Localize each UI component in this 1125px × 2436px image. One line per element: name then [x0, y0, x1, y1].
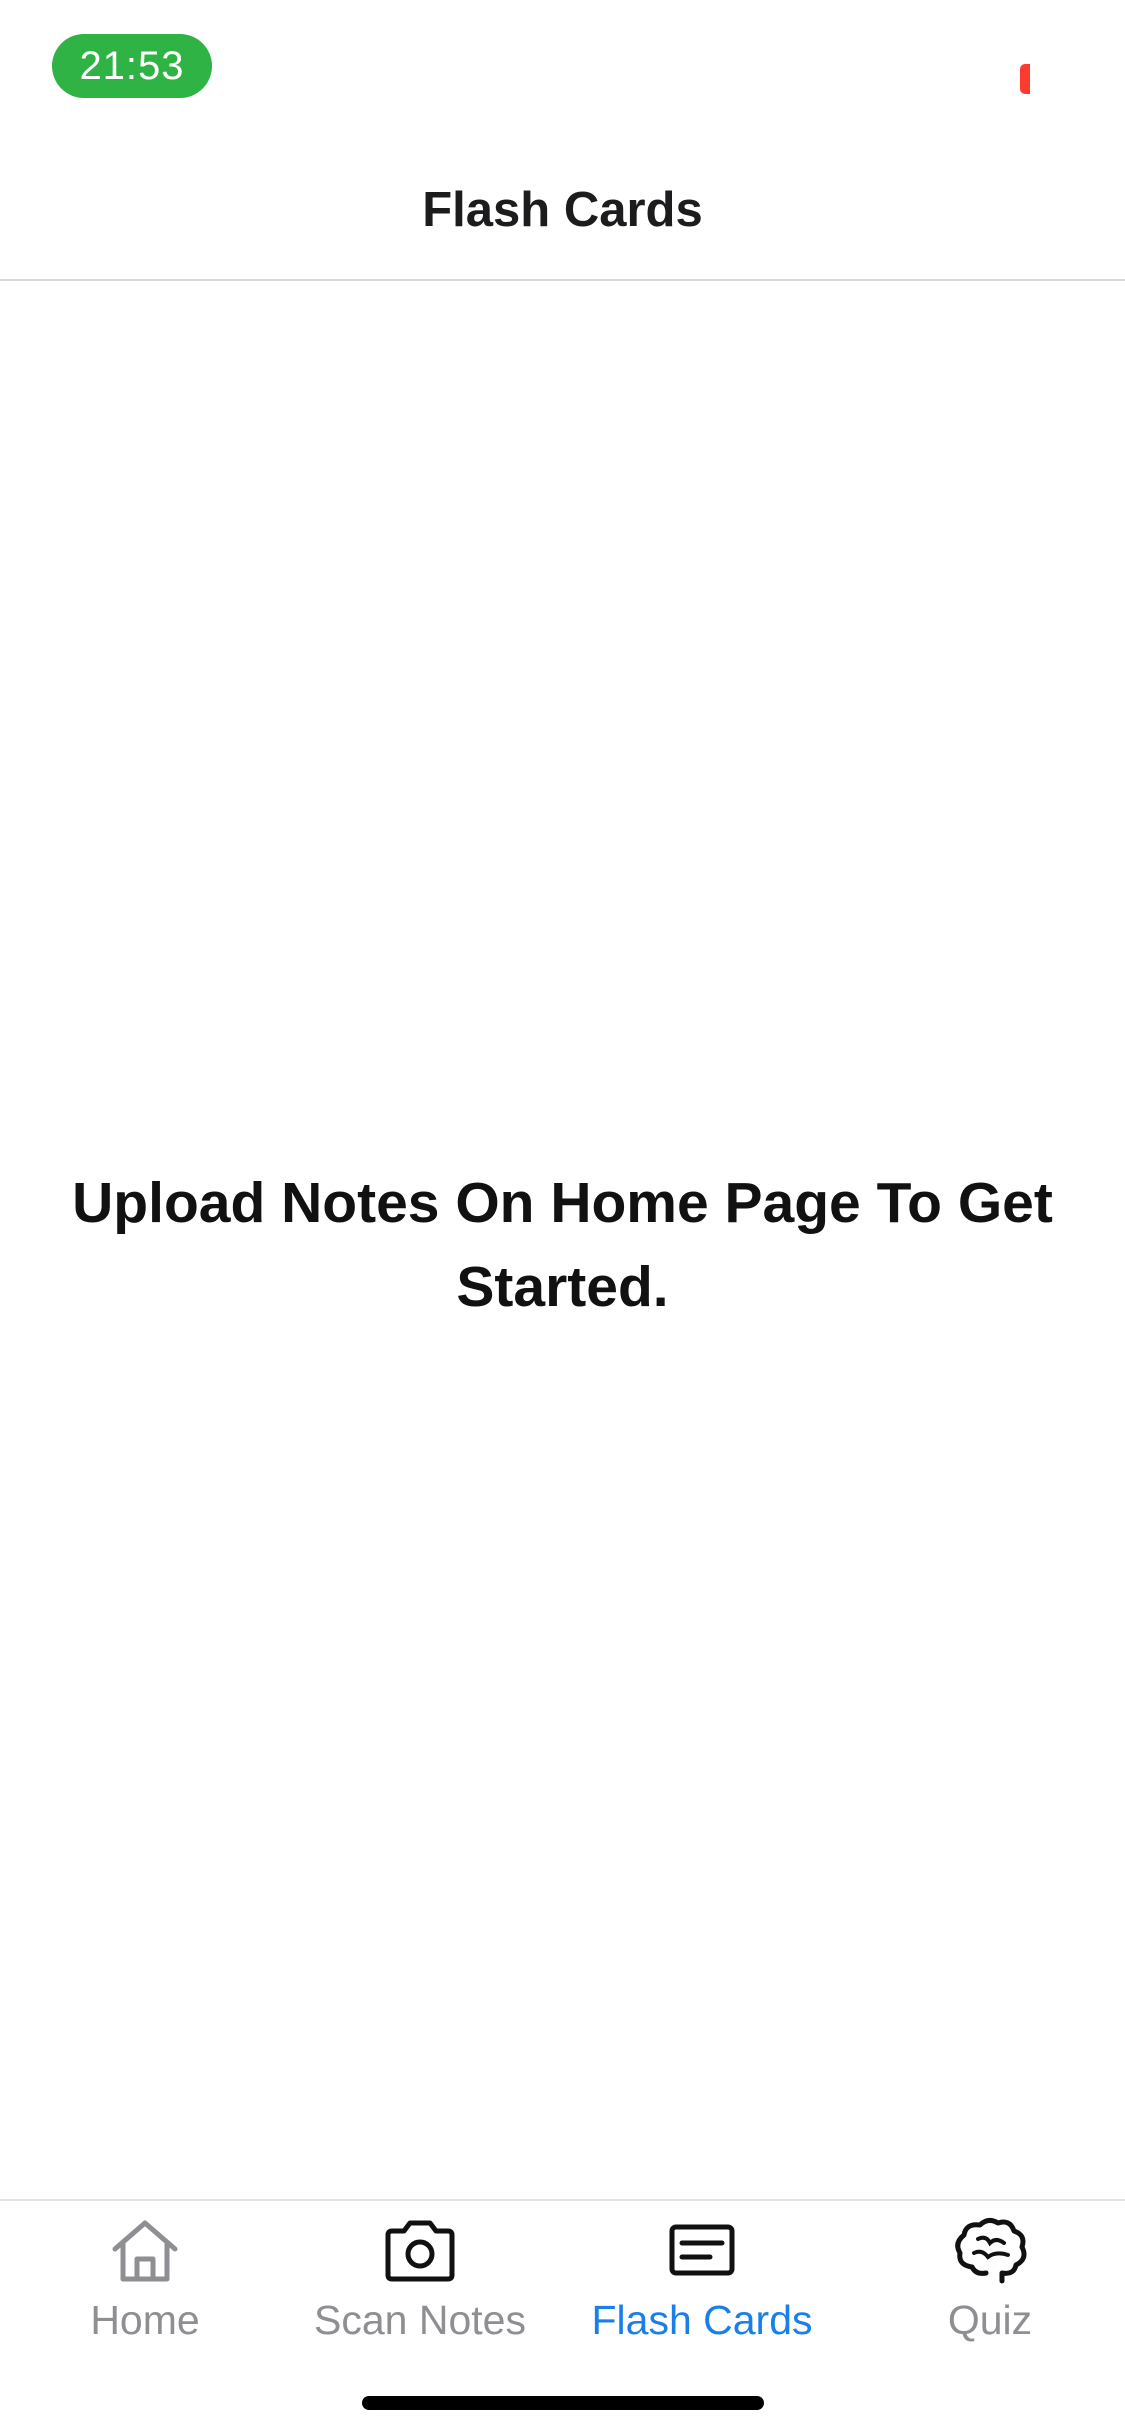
tab-scan-notes-label: Scan Notes — [314, 2297, 526, 2343]
recording-indicator — [1020, 64, 1030, 94]
tab-quiz-label: Quiz — [947, 2297, 1033, 2343]
brain-icon — [950, 2215, 1030, 2285]
page-title: Flash Cards — [422, 183, 703, 237]
main-content: Upload Notes On Home Page To Get Started… — [0, 281, 1125, 2199]
empty-state-message: Upload Notes On Home Page To Get Started… — [72, 1171, 1053, 1319]
home-indicator[interactable] — [362, 2396, 764, 2410]
tab-flash-cards[interactable]: Flash Cards — [572, 2201, 832, 2361]
flash-cards-screen: 21:53 Flash Cards Upload Notes On Home P… — [0, 0, 1125, 2436]
nav-header: Flash Cards — [0, 140, 1125, 281]
tab-flash-cards-label: Flash Cards — [591, 2297, 813, 2343]
tab-home-label: Home — [90, 2297, 200, 2343]
status-bar: 21:53 — [0, 0, 1125, 140]
camera-icon — [380, 2215, 460, 2285]
tab-scan-notes[interactable]: Scan Notes — [300, 2201, 540, 2361]
tab-home[interactable]: Home — [40, 2201, 250, 2361]
card-icon — [662, 2215, 742, 2285]
tab-quiz[interactable]: Quiz — [880, 2201, 1100, 2361]
status-time[interactable]: 21:53 — [52, 34, 212, 98]
home-icon — [105, 2215, 185, 2285]
